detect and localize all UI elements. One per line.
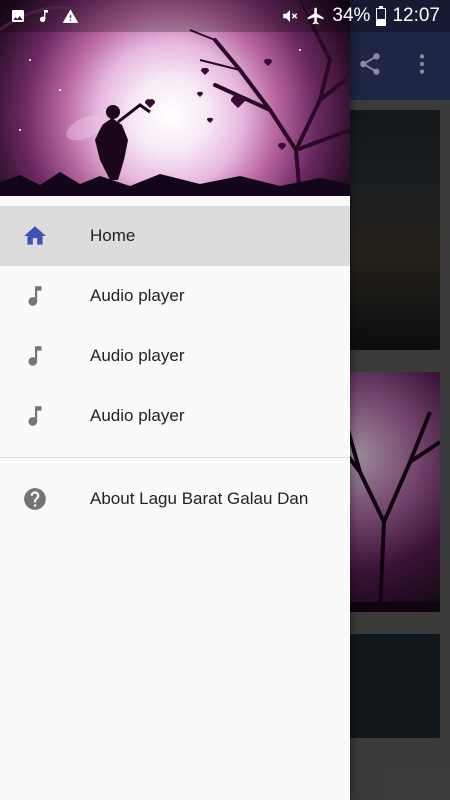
menu-item-label: Audio player — [90, 346, 185, 365]
status-bar: 34% 12:07 — [0, 0, 450, 32]
drawer-menu: Home Audio player Audio player Audio pla… — [0, 206, 350, 529]
music-note-icon — [22, 283, 48, 309]
music-note-icon — [40, 10, 48, 22]
menu-item-about[interactable]: About Lagu Barat Galau Dan — [0, 469, 350, 529]
battery-icon — [376, 6, 387, 26]
image-icon — [12, 10, 24, 22]
menu-item-label: Audio player — [90, 406, 185, 425]
music-note-icon — [22, 343, 48, 369]
menu-item-audio-player-3[interactable]: Audio player — [0, 386, 350, 446]
navigation-drawer: Home Audio player Audio player Audio pla… — [0, 0, 350, 800]
menu-item-audio-player-1[interactable]: Audio player — [0, 266, 350, 326]
menu-item-audio-player-2[interactable]: Audio player — [0, 326, 350, 386]
menu-divider — [0, 457, 350, 458]
battery-percent: 34% — [332, 5, 371, 26]
menu-item-label: Audio player — [90, 286, 185, 305]
home-icon — [22, 223, 48, 249]
clock: 12:07 — [392, 5, 440, 26]
help-icon — [22, 486, 48, 512]
menu-item-label: Home — [90, 226, 136, 245]
music-note-icon — [22, 403, 48, 429]
menu-item-label: About Lagu Barat Galau Dan — [90, 489, 309, 508]
warning-icon — [62, 8, 79, 23]
menu-item-home[interactable]: Home — [0, 206, 350, 266]
mute-icon — [283, 10, 298, 22]
airplane-icon — [308, 7, 324, 25]
